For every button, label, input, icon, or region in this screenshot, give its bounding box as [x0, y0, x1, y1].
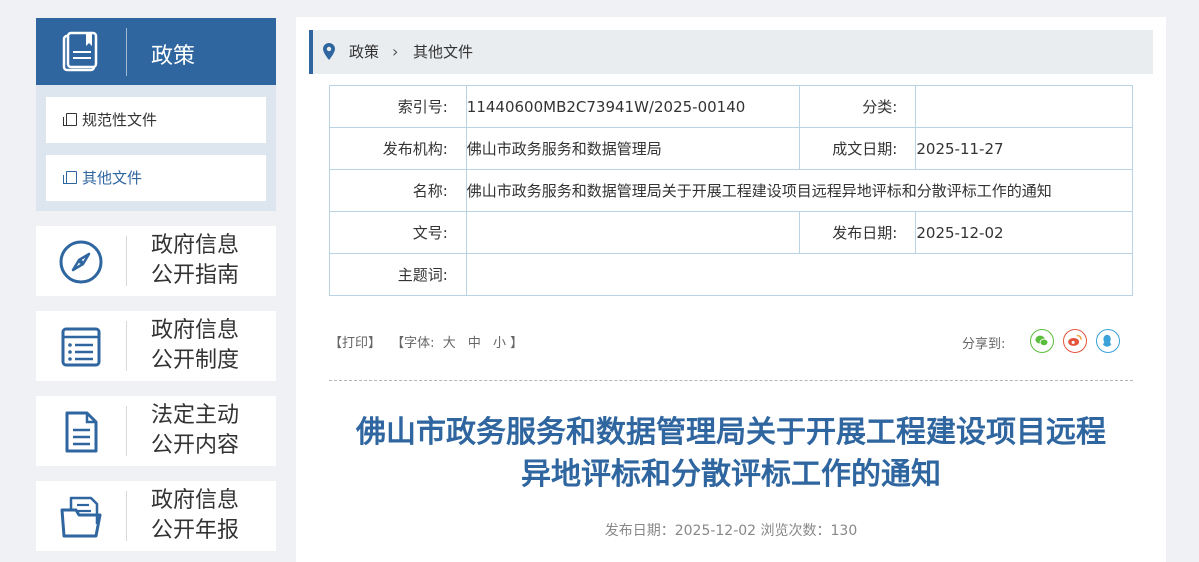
- publish-date-value: 2025-12-02: [915, 211, 1133, 254]
- document-icon: [63, 171, 77, 184]
- card-label-line2: 公开年报: [151, 518, 240, 543]
- card-label-line2: 公开指南: [151, 263, 240, 288]
- doc-number-value: [465, 211, 800, 254]
- keywords-value: [465, 253, 1134, 296]
- document-icon: [63, 113, 77, 126]
- policy-header[interactable]: 政策: [36, 18, 276, 85]
- divider: [329, 380, 1133, 381]
- font-small-button[interactable]: 小: [493, 336, 506, 351]
- document-icon: [65, 411, 98, 453]
- breadcrumb-item-other-docs[interactable]: 其他文件: [413, 30, 473, 74]
- article-tools: 【打印】 【字体: 大 中 小 】: [329, 332, 523, 351]
- font-medium-button[interactable]: 中: [468, 336, 481, 351]
- font-size-suffix: 】: [510, 336, 524, 351]
- folder-icon: [60, 496, 102, 538]
- card-label: 政府信息 公开指南: [151, 231, 239, 291]
- divider: [126, 491, 127, 541]
- keywords-label: 主题词:: [329, 253, 467, 296]
- publish-date-label: 发布日期:: [798, 211, 917, 254]
- name-value: 佛山市政务服务和数据管理局关于开展工程建设项目远程异地评标和分散评标工作的通知: [465, 169, 1134, 212]
- divider: [126, 28, 127, 76]
- policy-title: 政策: [151, 44, 196, 69]
- divider: [126, 236, 127, 286]
- sub-item-normative-docs[interactable]: 规范性文件: [46, 97, 266, 143]
- card-label: 政府信息 公开制度: [151, 316, 239, 376]
- written-date-label: 成文日期:: [798, 127, 917, 170]
- location-pin-icon: [323, 43, 335, 60]
- article-title-line1: 佛山市政务服务和数据管理局关于开展工程建设项目远程: [356, 415, 1106, 450]
- card-label-line1: 政府信息: [151, 318, 240, 343]
- breadcrumb: 政策 › 其他文件: [309, 30, 1153, 74]
- breadcrumb-item-policy[interactable]: 政策: [349, 30, 379, 74]
- index-value: 11440600MB2C73941W/2025-00140: [465, 85, 800, 128]
- sub-menu: 规范性文件 其他文件: [36, 85, 276, 211]
- publisher-value: 佛山市政务服务和数据管理局: [465, 127, 800, 170]
- card-disclosure-guide[interactable]: 政府信息 公开指南: [36, 226, 276, 296]
- card-label-line1: 法定主动: [151, 403, 240, 428]
- name-label: 名称:: [329, 169, 467, 212]
- table-row: 发布机构: 佛山市政务服务和数据管理局 成文日期: 2025-11-27: [329, 127, 1133, 170]
- wechat-icon[interactable]: [1030, 329, 1054, 353]
- sub-item-label: 规范性文件: [82, 111, 158, 129]
- table-row: 索引号: 11440600MB2C73941W/2025-00140 分类:: [329, 85, 1133, 128]
- table-row: 名称: 佛山市政务服务和数据管理局关于开展工程建设项目远程异地评标和分散评标工作…: [329, 169, 1134, 212]
- card-label-line2: 公开制度: [151, 348, 240, 373]
- card-statutory-content[interactable]: 法定主动 公开内容: [36, 396, 276, 466]
- card-disclosure-system[interactable]: 政府信息 公开制度: [36, 311, 276, 381]
- divider: [126, 321, 127, 371]
- chevron-right-icon: ›: [392, 42, 399, 61]
- qq-icon[interactable]: [1096, 329, 1120, 353]
- card-label-line1: 政府信息: [151, 488, 240, 513]
- weibo-icon[interactable]: [1063, 329, 1087, 353]
- sub-item-label: 其他文件: [82, 169, 143, 187]
- card-label-line1: 政府信息: [151, 233, 240, 258]
- divider: [126, 406, 127, 456]
- table-row: 主题词:: [329, 253, 1134, 296]
- share-label: 分享到:: [962, 337, 1006, 352]
- compass-icon: [59, 240, 103, 284]
- category-label: 分类:: [798, 85, 917, 128]
- article-title-line2: 异地评标和分散评标工作的通知: [521, 457, 941, 492]
- font-large-button[interactable]: 大: [443, 336, 456, 351]
- book-icon: [62, 31, 98, 72]
- card-annual-report[interactable]: 政府信息 公开年报: [36, 481, 276, 551]
- print-button[interactable]: 【打印】: [329, 336, 381, 351]
- list-icon: [61, 327, 101, 367]
- sidebar: 政策 规范性文件 其他文件 政府信息 公开指南 政府信息 公开制度 法定主动 公…: [36, 18, 276, 551]
- table-row: 文号: 发布日期: 2025-12-02: [329, 211, 1133, 254]
- written-date-value: 2025-11-27: [915, 127, 1133, 170]
- sub-item-other-docs[interactable]: 其他文件: [46, 155, 266, 201]
- doc-number-label: 文号:: [329, 211, 467, 254]
- article-title: 佛山市政务服务和数据管理局关于开展工程建设项目远程 异地评标和分散评标工作的通知: [316, 412, 1146, 496]
- document-meta-table: 索引号: 11440600MB2C73941W/2025-00140 分类: 发…: [329, 85, 1134, 296]
- publish-info: 发布日期：2025-12-02 浏览次数：130: [604, 523, 858, 539]
- main-content: 政策 › 其他文件 索引号: 11440600MB2C73941W/2025-0…: [296, 17, 1166, 562]
- card-label-line2: 公开内容: [151, 433, 240, 458]
- card-label: 法定主动 公开内容: [151, 401, 239, 461]
- font-size-prefix: 【字体:: [391, 336, 435, 351]
- card-label: 政府信息 公开年报: [151, 486, 239, 546]
- category-value: [915, 85, 1133, 128]
- publisher-label: 发布机构:: [329, 127, 467, 170]
- index-label: 索引号:: [329, 85, 467, 128]
